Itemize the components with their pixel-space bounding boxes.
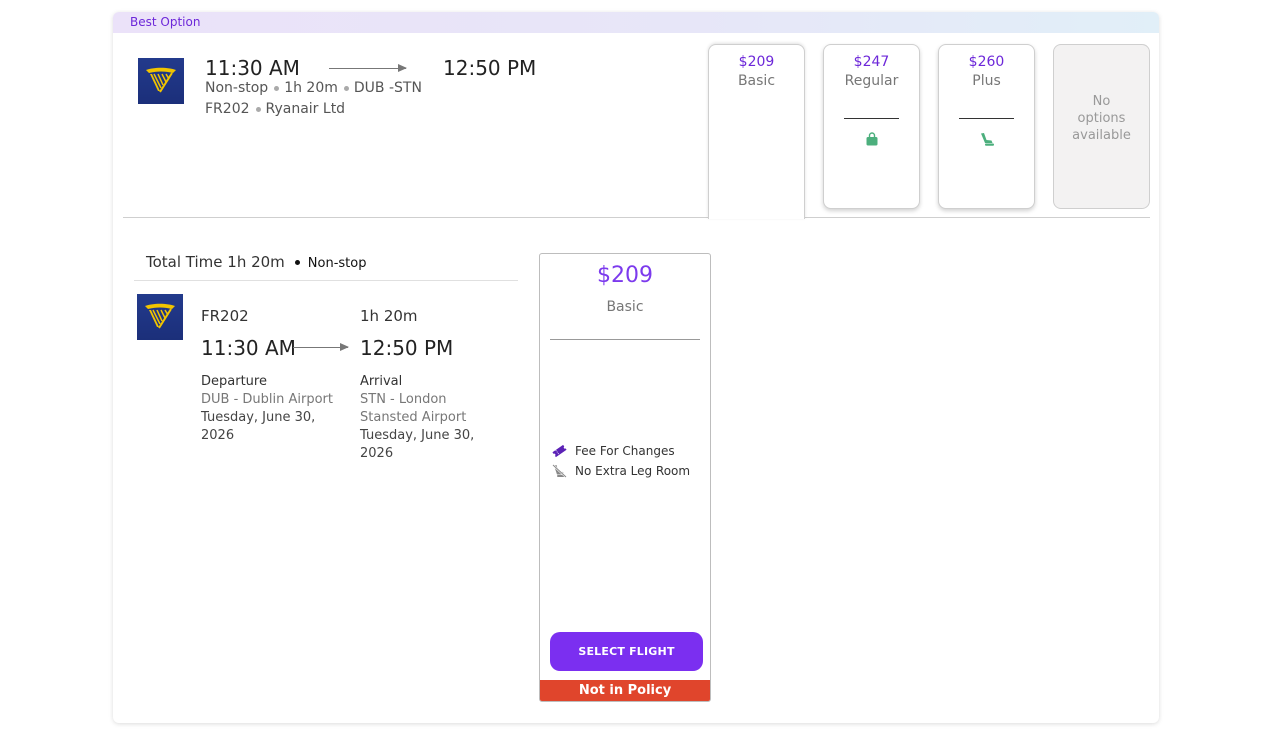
summary-meta: Non-stop 1h 20m DUB -STN xyxy=(205,80,422,96)
select-flight-button[interactable]: SELECT FLIGHT xyxy=(550,632,703,671)
summary-duration: 1h 20m xyxy=(284,80,338,96)
summary-airline: Ryanair Ltd xyxy=(265,101,346,117)
departure-label: Departure xyxy=(201,374,267,389)
arrival-year: 2026 xyxy=(360,446,394,461)
fare-name: Basic xyxy=(737,73,776,89)
arrival-info: Arrival STN - London Stansted Airport Tu… xyxy=(360,373,474,463)
feature-fee-for-changes: Fee For Changes xyxy=(551,444,675,458)
summary-flight-no: FR202 xyxy=(205,101,250,117)
fare-name: Regular xyxy=(844,73,899,89)
fare-price: $209 xyxy=(738,54,775,70)
detail-flight-no: FR202 xyxy=(201,307,249,325)
bag-icon xyxy=(824,132,919,146)
departure-airport: DUB - Dublin Airport xyxy=(201,392,333,407)
total-stops: Non-stop xyxy=(307,256,367,271)
selected-fare-price: $209 xyxy=(597,263,653,288)
fare-tab-regular[interactable]: $247 Regular xyxy=(823,44,920,209)
detail-depart-time: 11:30 AM xyxy=(201,336,296,360)
total-time-label: Total Time 1h 20m xyxy=(146,253,285,271)
separator-dot xyxy=(343,85,349,91)
summary-stops: Non-stop xyxy=(205,80,269,96)
detail-arrow-icon xyxy=(293,343,349,351)
fare-price: $260 xyxy=(968,54,1005,70)
best-option-label: Best Option xyxy=(130,15,201,29)
airline-logo-icon xyxy=(137,294,183,340)
fare-divider xyxy=(959,118,1014,119)
separator-dot xyxy=(255,106,261,112)
feature-label: No Extra Leg Room xyxy=(575,464,691,478)
fare-tab-unavailable: No options available xyxy=(1053,44,1150,209)
arrival-airport-name: Stansted Airport xyxy=(360,410,467,425)
detail-arrive-time: 12:50 PM xyxy=(360,336,454,360)
selected-fare-divider xyxy=(550,339,700,340)
arrival-label: Arrival xyxy=(360,374,403,389)
details-divider xyxy=(134,280,518,281)
separator-dot xyxy=(294,260,300,265)
fare-tab-plus[interactable]: $260 Plus xyxy=(938,44,1035,209)
detail-duration: 1h 20m xyxy=(360,307,418,325)
separator-dot xyxy=(274,85,280,91)
no-options-text: No options available xyxy=(1072,94,1131,143)
best-option-banner: Best Option xyxy=(113,12,1159,33)
selected-fare-card: $209 Basic Fee For Changes No Extra Leg … xyxy=(539,253,711,702)
summary-arrow-icon xyxy=(329,64,407,72)
feature-no-extra-leg-room: No Extra Leg Room xyxy=(551,464,690,478)
arrival-airport: STN - London xyxy=(360,392,447,407)
fare-tab-basic[interactable]: $209 Basic xyxy=(708,44,805,219)
total-time: Total Time 1h 20m Non-stop xyxy=(146,253,366,271)
summary-flight-info: FR202 Ryanair Ltd xyxy=(205,101,345,117)
summary-divider xyxy=(123,217,1150,218)
arrival-date: Tuesday, June 30, xyxy=(360,428,475,443)
summary-depart-time: 11:30 AM xyxy=(205,56,300,80)
policy-status-badge: Not in Policy xyxy=(540,680,710,701)
selected-fare-name: Basic xyxy=(606,299,644,315)
airline-logo-icon xyxy=(138,58,184,104)
seat-icon xyxy=(939,132,1034,147)
ticket-icon xyxy=(551,444,567,458)
feature-label: Fee For Changes xyxy=(575,444,675,458)
flight-result-card: Best Option 11:30 AM 12:50 PM Non-stop 1h… xyxy=(113,12,1159,723)
summary-route: DUB -STN xyxy=(353,80,422,96)
departure-info: Departure DUB - Dublin Airport Tuesday, … xyxy=(201,373,333,445)
fare-divider xyxy=(844,118,899,119)
departure-year: 2026 xyxy=(201,428,235,443)
departure-date: Tuesday, June 30, xyxy=(201,410,316,425)
fare-price: $247 xyxy=(853,54,890,70)
seat-crossed-icon xyxy=(551,464,567,478)
summary-arrive-time: 12:50 PM xyxy=(443,56,537,80)
fare-name: Plus xyxy=(972,73,1001,89)
